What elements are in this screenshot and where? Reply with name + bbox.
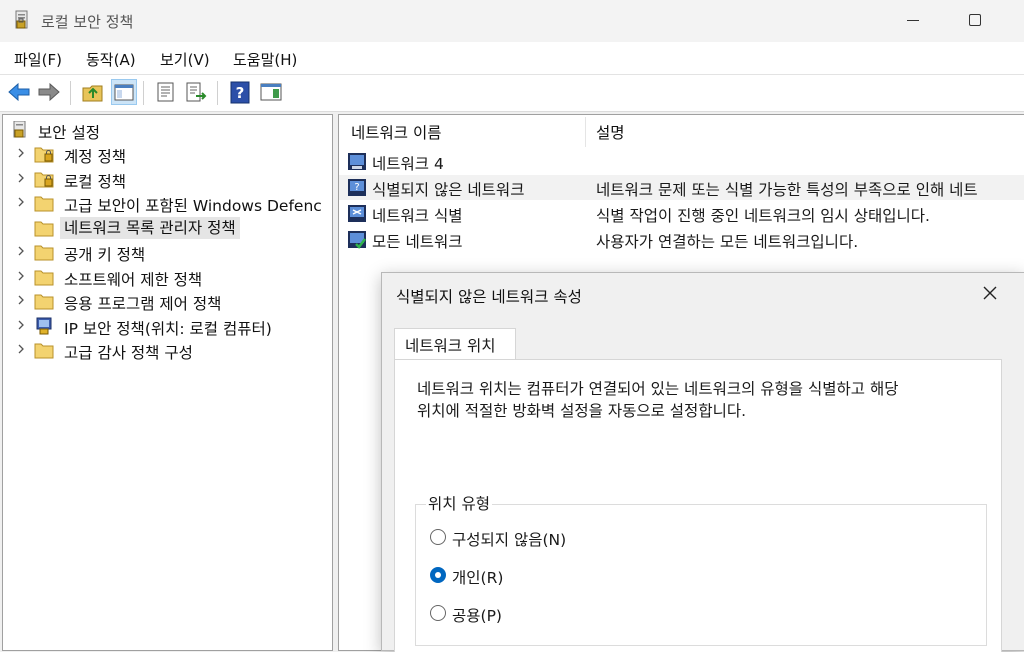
svg-text:?: ? [236,84,245,102]
tree-item-application-control-policies[interactable]: 응용 프로그램 제어 정책 [3,289,332,313]
menu-action[interactable]: 동작(A) [86,49,136,70]
ip-security-icon [36,317,52,335]
network-name: 식별되지 않은 네트워크 [372,181,525,199]
tree-item-label: 응용 프로그램 제어 정책 [64,295,222,313]
network-description: 네트워크 문제 또는 식별 가능한 특성의 부족으로 인해 네트 [596,181,978,199]
radio-label: 공용(P) [452,607,502,625]
tree-item-software-restriction-policies[interactable]: 소프트웨어 제한 정책 [3,265,332,289]
radio-label: 개인(R) [452,569,504,587]
folder-lock-icon [34,172,54,188]
folder-icon [34,270,54,286]
show-pane-icon[interactable] [258,79,284,105]
radio-button-unchecked[interactable] [430,605,446,621]
radio-button-checked[interactable] [430,567,446,583]
folder-lock-icon [34,147,54,163]
chevron-right-icon[interactable] [15,343,27,355]
network-description: 사용자가 연결하는 모든 네트워크입니다. [596,233,859,251]
svg-text:?: ? [354,182,359,193]
back-icon[interactable] [6,79,32,105]
window-title: 로컬 보안 정책 [41,13,134,31]
radio-button-unchecked[interactable] [430,529,446,545]
export-list-icon[interactable] [183,79,209,105]
tree-root-label: 보안 설정 [38,124,100,142]
identifying-network-icon [348,205,366,222]
group-title: 위치 유형 [426,492,492,514]
location-description: 네트워크 위치는 컴퓨터가 연결되어 있는 네트워크의 유형을 식별하고 해당 … [417,378,997,422]
dialog-title: 식별되지 않은 네트워크 속성 [396,288,582,306]
tree-item-label: 소프트웨어 제한 정책 [64,271,203,289]
all-networks-icon [348,231,366,249]
properties-icon[interactable] [153,79,179,105]
menu-view[interactable]: 보기(V) [160,49,210,70]
network-description: 식별 작업이 진행 중인 네트워크의 임시 상태입니다. [596,207,930,225]
list-row-unidentified-networks[interactable]: ? 식별되지 않은 네트워크 네트워크 문제 또는 식별 가능한 특성의 부족으… [339,175,1024,200]
folder-icon [34,343,54,359]
list-row-network-4[interactable]: 네트워크 4 [339,149,1024,174]
security-policy-app-icon [15,10,28,29]
help-icon[interactable]: ? [227,79,253,105]
forward-icon[interactable] [36,79,62,105]
network-icon [348,153,366,170]
show-hide-tree-icon [114,84,134,101]
tree-item-local-policies[interactable]: 로컬 정책 [3,167,332,191]
tab-label: 네트워크 위치 [405,337,496,355]
toolbar-separator [70,81,71,105]
title-bar: 로컬 보안 정책 [0,0,1024,42]
up-folder-icon[interactable] [80,79,106,105]
menu-file[interactable]: 파일(F) [14,49,62,70]
tree-item-label: IP 보안 정책(위치: 로컬 컴퓨터) [64,320,272,338]
folder-icon [34,196,54,212]
tree-item-network-list-manager-policies[interactable]: 네트워크 목록 관리자 정책 [3,216,332,240]
column-header-description[interactable]: 설명 [596,121,625,143]
chevron-right-icon[interactable] [15,172,27,184]
toolbar-separator [143,81,144,105]
security-settings-icon [13,121,26,138]
tree-item-ip-security-policies[interactable]: IP 보안 정책(위치: 로컬 컴퓨터) [3,314,332,338]
folder-icon [34,221,54,237]
description-line: 네트워크 위치는 컴퓨터가 연결되어 있는 네트워크의 유형을 식별하고 해당 [417,380,899,398]
minimize-button[interactable] [907,20,919,21]
tree-item-account-policies[interactable]: 계정 정책 [3,142,332,166]
show-hide-tree-button[interactable] [111,79,137,105]
tree-item-label: 네트워크 목록 관리자 정책 [60,217,240,239]
unidentified-network-icon: ? [348,179,366,196]
description-line: 위치에 적절한 방화벽 설정을 자동으로 설정합니다. [417,402,747,420]
list-row-all-networks[interactable]: 모든 네트워크 사용자가 연결하는 모든 네트워크입니다. [339,227,1024,252]
network-name: 네트워크 식별 [372,207,463,225]
menu-bar: 파일(F) 동작(A) 보기(V) 도움말(H) [0,42,1024,75]
column-header-network-name[interactable]: 네트워크 이름 [351,121,442,143]
column-separator[interactable] [585,117,586,147]
tree-item-windows-defender-firewall[interactable]: 고급 보안이 포함된 Windows Defenc [3,191,332,215]
menu-help[interactable]: 도움말(H) [233,49,297,70]
close-icon[interactable] [982,285,998,301]
chevron-right-icon[interactable] [15,245,27,257]
chevron-right-icon[interactable] [15,147,27,159]
toolbar-separator [217,81,218,105]
folder-icon [34,245,54,261]
network-name: 모든 네트워크 [372,233,463,251]
tree-item-label: 고급 보안이 포함된 Windows Defenc [64,197,322,215]
location-type-group: 위치 유형 구성되지 않음(N) 개인(R) 공용(P) [415,492,987,646]
properties-dialog: 식별되지 않은 네트워크 속성 네트워크 위치 네트워크 위치는 컴퓨터가 연결… [381,272,1024,652]
folder-icon [34,294,54,310]
tree-item-label: 계정 정책 [64,148,126,166]
chevron-right-icon[interactable] [15,294,27,306]
tab-network-location[interactable]: 네트워크 위치 [394,328,516,360]
console-tree: 보안 설정 계정 정책 로컬 정책 고급 보안이 포함된 Windows Def… [2,114,333,651]
tab-content: 네트워크 위치는 컴퓨터가 연결되어 있는 네트워크의 유형을 식별하고 해당 … [394,359,1002,652]
tree-item-label: 공개 키 정책 [64,246,146,264]
tree-item-label: 고급 감사 정책 구성 [64,344,193,362]
tree-root-security-settings[interactable]: 보안 설정 [3,118,332,142]
list-row-identifying-networks[interactable]: 네트워크 식별 식별 작업이 진행 중인 네트워크의 임시 상태입니다. [339,201,1024,226]
toolbar: ? [0,75,1024,112]
tree-item-advanced-audit-policy[interactable]: 고급 감사 정책 구성 [3,338,332,362]
network-name: 네트워크 4 [372,155,444,173]
tree-item-public-key-policies[interactable]: 공개 키 정책 [3,240,332,264]
tree-item-label: 로컬 정책 [64,173,126,191]
chevron-right-icon[interactable] [15,319,27,331]
maximize-button[interactable] [969,14,981,26]
chevron-right-icon[interactable] [15,270,27,282]
chevron-right-icon[interactable] [15,196,27,208]
radio-label: 구성되지 않음(N) [452,531,567,549]
